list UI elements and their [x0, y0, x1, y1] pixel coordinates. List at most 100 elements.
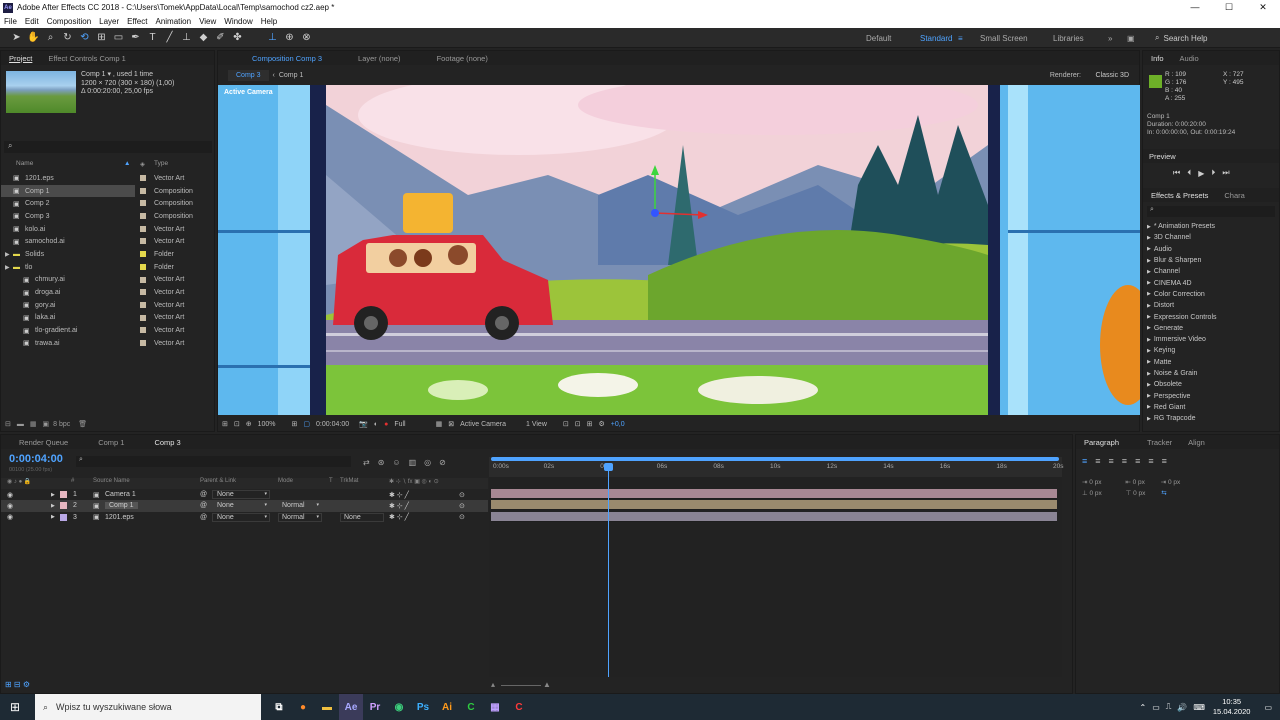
- rotate-tool-icon[interactable]: ↻: [61, 31, 74, 44]
- timeline-layer-row[interactable]: ◉ ▶ 3 ▣ 1201.eps @ None ▾ Normal ▾ None ✱ ⊹ ╱ ⊙: [1, 512, 488, 523]
- toggle-transparency-icon[interactable]: ⊞: [292, 420, 298, 428]
- brush-tool-icon[interactable]: ╱: [163, 31, 176, 44]
- effect-category[interactable]: ▶ Matte: [1143, 357, 1279, 368]
- project-item[interactable]: ▶ ▬ Solids Folder: [1, 248, 214, 261]
- expand-arrow-icon[interactable]: ▶: [1147, 337, 1151, 343]
- breadcrumb-comp3[interactable]: Comp 3: [228, 69, 269, 81]
- effect-category[interactable]: ▶ RG Trapcode: [1143, 413, 1279, 424]
- label-color-swatch[interactable]: [140, 213, 146, 220]
- puppet-pin-tool-icon[interactable]: ✤: [231, 31, 244, 44]
- photoshop-icon[interactable]: Ps: [411, 694, 435, 720]
- frame-blending-icon[interactable]: ▥: [409, 458, 417, 467]
- first-frame-icon[interactable]: ⏮: [1173, 168, 1180, 178]
- workspace-default[interactable]: Default: [866, 34, 891, 43]
- graph-editor-icon[interactable]: ⊘: [439, 458, 446, 467]
- project-item[interactable]: ▣ droga.ai Vector Art: [1, 286, 214, 299]
- type-tool-icon[interactable]: T: [146, 31, 159, 44]
- blend-mode-dropdown[interactable]: Normal ▾: [278, 512, 322, 522]
- layer-duration-bar[interactable]: [491, 511, 1057, 522]
- parent-dropdown[interactable]: None ▾: [212, 512, 270, 522]
- mask-visibility-icon[interactable]: ⊕: [246, 420, 252, 428]
- project-item[interactable]: ▣ tlo-gradient.ai Vector Art: [1, 324, 214, 337]
- tab-effects-presets[interactable]: Effects & Presets: [1143, 191, 1216, 200]
- close-button[interactable]: ✕: [1246, 0, 1280, 15]
- 3d-layer-icon[interactable]: ⊙: [459, 491, 465, 499]
- expand-arrow-icon[interactable]: ▶: [1147, 382, 1151, 388]
- effects-search-input[interactable]: ⌕: [1147, 206, 1275, 217]
- expand-arrow-icon[interactable]: ▶: [1147, 235, 1151, 241]
- axis-world-icon[interactable]: ⊕: [283, 31, 296, 44]
- exposure-value[interactable]: +0,0: [611, 421, 625, 428]
- visibility-eye-icon[interactable]: ◉: [7, 513, 13, 521]
- project-item[interactable]: ▣ laka.ai Vector Art: [1, 312, 214, 325]
- align-center-icon[interactable]: ≡: [1095, 456, 1100, 466]
- timeline-layer-row[interactable]: ◉ ▶ 1 ▣ Camera 1 @ None ▾ ✱ ⊹ ╱ ⊙: [1, 489, 488, 500]
- 3d-view-dropdown[interactable]: Active Camera: [460, 421, 506, 428]
- shy-layers-icon[interactable]: ☺: [392, 458, 400, 467]
- layer-source-name[interactable]: Comp 1: [105, 502, 138, 510]
- color-channel-icon[interactable]: ●: [384, 421, 388, 428]
- column-type[interactable]: Type: [154, 160, 168, 167]
- ltr-direction-icon[interactable]: ⇆: [1161, 490, 1166, 497]
- region-of-interest-icon[interactable]: ▢: [303, 420, 310, 428]
- workspace-small-screen[interactable]: Small Screen: [980, 34, 1028, 43]
- layer-source-name[interactable]: 1201.eps: [105, 514, 134, 521]
- magnification-dropdown[interactable]: 100%: [258, 421, 276, 428]
- axis-view-icon[interactable]: ⊗: [300, 31, 313, 44]
- timeline-graph-area[interactable]: 0:00s02s04s06s08s10s12s14s16s18s20s: [489, 457, 1063, 677]
- reset-exposure-icon[interactable]: ⚙: [599, 420, 605, 428]
- tab-tracker[interactable]: Tracker: [1139, 438, 1180, 447]
- label-color-swatch[interactable]: [140, 225, 146, 232]
- new-comp-icon[interactable]: ▦: [30, 420, 37, 428]
- menu-view[interactable]: View: [195, 17, 220, 26]
- delete-icon[interactable]: 🗑: [78, 420, 87, 428]
- expand-arrow-icon[interactable]: ▶: [1147, 325, 1151, 331]
- label-color-swatch[interactable]: [140, 314, 146, 321]
- app-purple-icon[interactable]: ▦: [483, 694, 507, 720]
- previous-frame-icon[interactable]: ⏴: [1187, 168, 1191, 178]
- more-workspaces-icon[interactable]: »: [1108, 34, 1112, 43]
- space-before-value[interactable]: 0 px: [1089, 490, 1101, 497]
- parent-dropdown[interactable]: None ▾: [212, 501, 270, 511]
- align-left-icon[interactable]: ≡: [1082, 456, 1087, 466]
- workspace-menu-icon[interactable]: ≡: [958, 34, 963, 43]
- effect-category[interactable]: ▶ CINEMA 4D: [1143, 277, 1279, 288]
- illustrator-icon[interactable]: Ai: [435, 694, 459, 720]
- premiere-pro-icon[interactable]: Pr: [363, 694, 387, 720]
- motion-blur-icon[interactable]: ◎: [424, 458, 431, 467]
- tab-paragraph[interactable]: Paragraph: [1076, 438, 1127, 447]
- justify-right-icon[interactable]: ≡: [1148, 456, 1153, 466]
- layer-switches-icon[interactable]: ✱ ⊹ ╱: [389, 513, 409, 521]
- layer-switches-icon[interactable]: ✱ ⊹ ╱: [389, 502, 409, 510]
- layer-duration-bar[interactable]: [491, 489, 1057, 499]
- draft-3d-icon[interactable]: ⊡: [575, 420, 581, 428]
- zoom-out-icon[interactable]: ▴: [491, 680, 495, 689]
- expand-arrow-icon[interactable]: ▶: [1147, 280, 1151, 286]
- menu-animation[interactable]: Animation: [151, 17, 195, 26]
- effect-category[interactable]: ▶ Obsolete: [1143, 379, 1279, 390]
- orbit-camera-tool-icon[interactable]: ⟲: [78, 31, 91, 44]
- parent-dropdown[interactable]: None ▾: [212, 490, 270, 500]
- current-time-display[interactable]: 0:00:04:00: [316, 421, 349, 428]
- work-area-bar[interactable]: [491, 457, 1059, 461]
- expand-arrow-icon[interactable]: ▶: [1147, 359, 1151, 365]
- task-view-icon[interactable]: ⧉: [267, 694, 291, 720]
- app-green-icon[interactable]: ◉: [387, 694, 411, 720]
- zoom-in-icon[interactable]: ▲: [543, 680, 551, 689]
- roto-brush-tool-icon[interactable]: ✐: [214, 31, 227, 44]
- tab-composition-comp3[interactable]: Composition Comp 3: [244, 54, 330, 63]
- toggle-panes-icon[interactable]: ⊞ ⊟ ⚙: [5, 680, 30, 689]
- pixel-aspect-icon[interactable]: ⊡: [563, 420, 569, 428]
- layer-label-swatch[interactable]: [60, 513, 67, 521]
- label-color-swatch[interactable]: [140, 339, 146, 346]
- tab-info[interactable]: Info: [1143, 54, 1172, 63]
- expand-arrow-icon[interactable]: ▶: [1147, 393, 1151, 399]
- blend-mode-dropdown[interactable]: Normal ▾: [278, 501, 322, 511]
- effect-category[interactable]: ▶ Noise & Grain: [1143, 368, 1279, 379]
- file-explorer-icon[interactable]: ▬: [315, 694, 339, 720]
- column-name[interactable]: Name: [16, 160, 33, 167]
- tray-up-arrow-icon[interactable]: ⌃: [1140, 703, 1147, 712]
- label-color-swatch[interactable]: [140, 238, 146, 245]
- 3d-layer-icon[interactable]: ⊙: [459, 502, 465, 510]
- tab-render-queue[interactable]: Render Queue: [11, 438, 76, 447]
